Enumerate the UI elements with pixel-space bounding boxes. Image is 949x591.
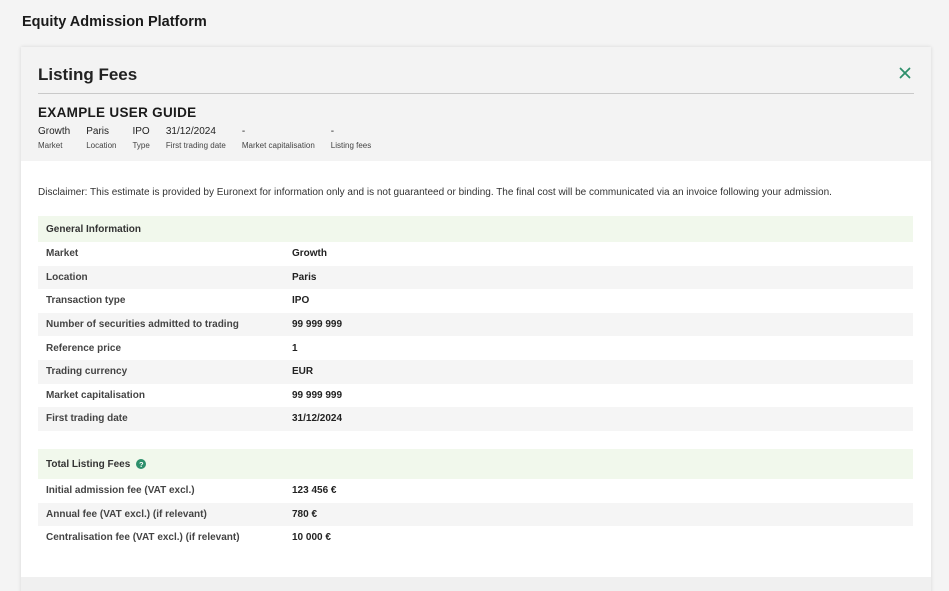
summary-label: Market capitalisation [241, 141, 315, 150]
table-row: Trading currency EUR [38, 359, 913, 384]
summary-item-market-capitalisation: - Market capitalisation [242, 126, 315, 150]
modal-header: Listing Fees EXAMPLE USER GUIDE Growth M… [21, 47, 931, 161]
general-information-section: General Information Market Growth Locati… [38, 216, 913, 431]
summary-value: 31/12/2024 [165, 126, 216, 137]
guide-title: EXAMPLE USER GUIDE [38, 105, 197, 120]
row-value: 1 [292, 342, 298, 354]
modal-title: Listing Fees [38, 65, 138, 84]
close-icon[interactable] [898, 66, 912, 80]
table-row: Market capitalisation 99 999 999 [38, 384, 913, 408]
row-value: 99 999 999 [292, 389, 343, 401]
row-label: Trading currency [46, 366, 128, 378]
row-label: Location [46, 271, 88, 283]
summary-label: Location [86, 141, 117, 150]
summary-label: First trading date [165, 141, 226, 150]
summary-value: Growth [38, 126, 71, 137]
summary-item-market: Growth Market [38, 126, 70, 150]
row-value: Growth [292, 248, 327, 260]
row-label: First trading date [46, 413, 128, 425]
summary-value: IPO [132, 126, 150, 137]
row-value: 31/12/2024 [292, 413, 343, 425]
row-value: 99 999 999 [292, 319, 343, 331]
row-label: Annual fee (VAT excl.) (if relevant) [46, 508, 207, 520]
section-heading: General Information [38, 216, 913, 242]
disclaimer-text: Disclaimer: This estimate is provided by… [38, 187, 832, 198]
header-divider [38, 93, 914, 94]
row-label: Number of securities admitted to trading [46, 319, 239, 331]
row-label: Centralisation fee (VAT excl.) (if relev… [46, 532, 240, 544]
row-label: Reference price [46, 342, 122, 354]
summary-item-type: IPO Type [132, 126, 149, 150]
table-row: Reference price 1 [38, 336, 913, 360]
summary-item-first-trading-date: 31/12/2024 First trading date [166, 126, 226, 150]
summary-value: - [241, 126, 246, 137]
total-listing-fees-section: Total Listing Fees ? Initial admission f… [38, 449, 913, 550]
row-label: Market capitalisation [46, 389, 145, 401]
table-row: Centralisation fee (VAT excl.) (if relev… [38, 526, 913, 550]
app-title: Equity Admission Platform [22, 14, 207, 30]
summary-item-listing-fees: - Listing fees [331, 126, 371, 150]
question-icon[interactable]: ? [136, 459, 147, 469]
general-information-table: Market Growth Location Paris Transaction… [38, 242, 913, 431]
table-row: Initial admission fee (VAT excl.) 123 45… [38, 479, 913, 503]
table-row: Annual fee (VAT excl.) (if relevant) 780… [38, 502, 913, 527]
section-heading-row: Total Listing Fees ? [38, 449, 913, 479]
row-value: 123 456 € [292, 485, 337, 497]
row-value: IPO [292, 295, 310, 307]
modal-footer [21, 577, 931, 591]
table-row: First trading date 31/12/2024 [38, 407, 913, 431]
summary-value: Paris [86, 126, 110, 137]
row-value: 780 € [292, 508, 318, 520]
row-value: EUR [292, 366, 314, 378]
summary-item-location: Paris Location [86, 126, 116, 150]
row-value: Paris [292, 271, 317, 283]
section-heading: Total Listing Fees [46, 458, 131, 470]
summary-value: - [330, 126, 335, 137]
listing-fees-modal: Listing Fees EXAMPLE USER GUIDE Growth M… [21, 47, 931, 591]
total-listing-fees-table: Initial admission fee (VAT excl.) 123 45… [38, 479, 913, 550]
table-row: Location Paris [38, 265, 913, 290]
row-value: 10 000 € [292, 532, 331, 544]
table-row: Number of securities admitted to trading… [38, 312, 913, 337]
row-label: Transaction type [46, 295, 126, 307]
summary-label: Listing fees [330, 141, 372, 150]
row-label: Initial admission fee (VAT excl.) [46, 485, 195, 497]
table-row: Market Growth [38, 242, 913, 266]
summary-strip: Growth Market Paris Location IPO Type 31… [38, 126, 387, 150]
summary-label: Type [132, 141, 150, 150]
table-row: Transaction type IPO [38, 289, 913, 313]
row-label: Market [46, 248, 79, 260]
summary-label: Market [38, 141, 63, 150]
